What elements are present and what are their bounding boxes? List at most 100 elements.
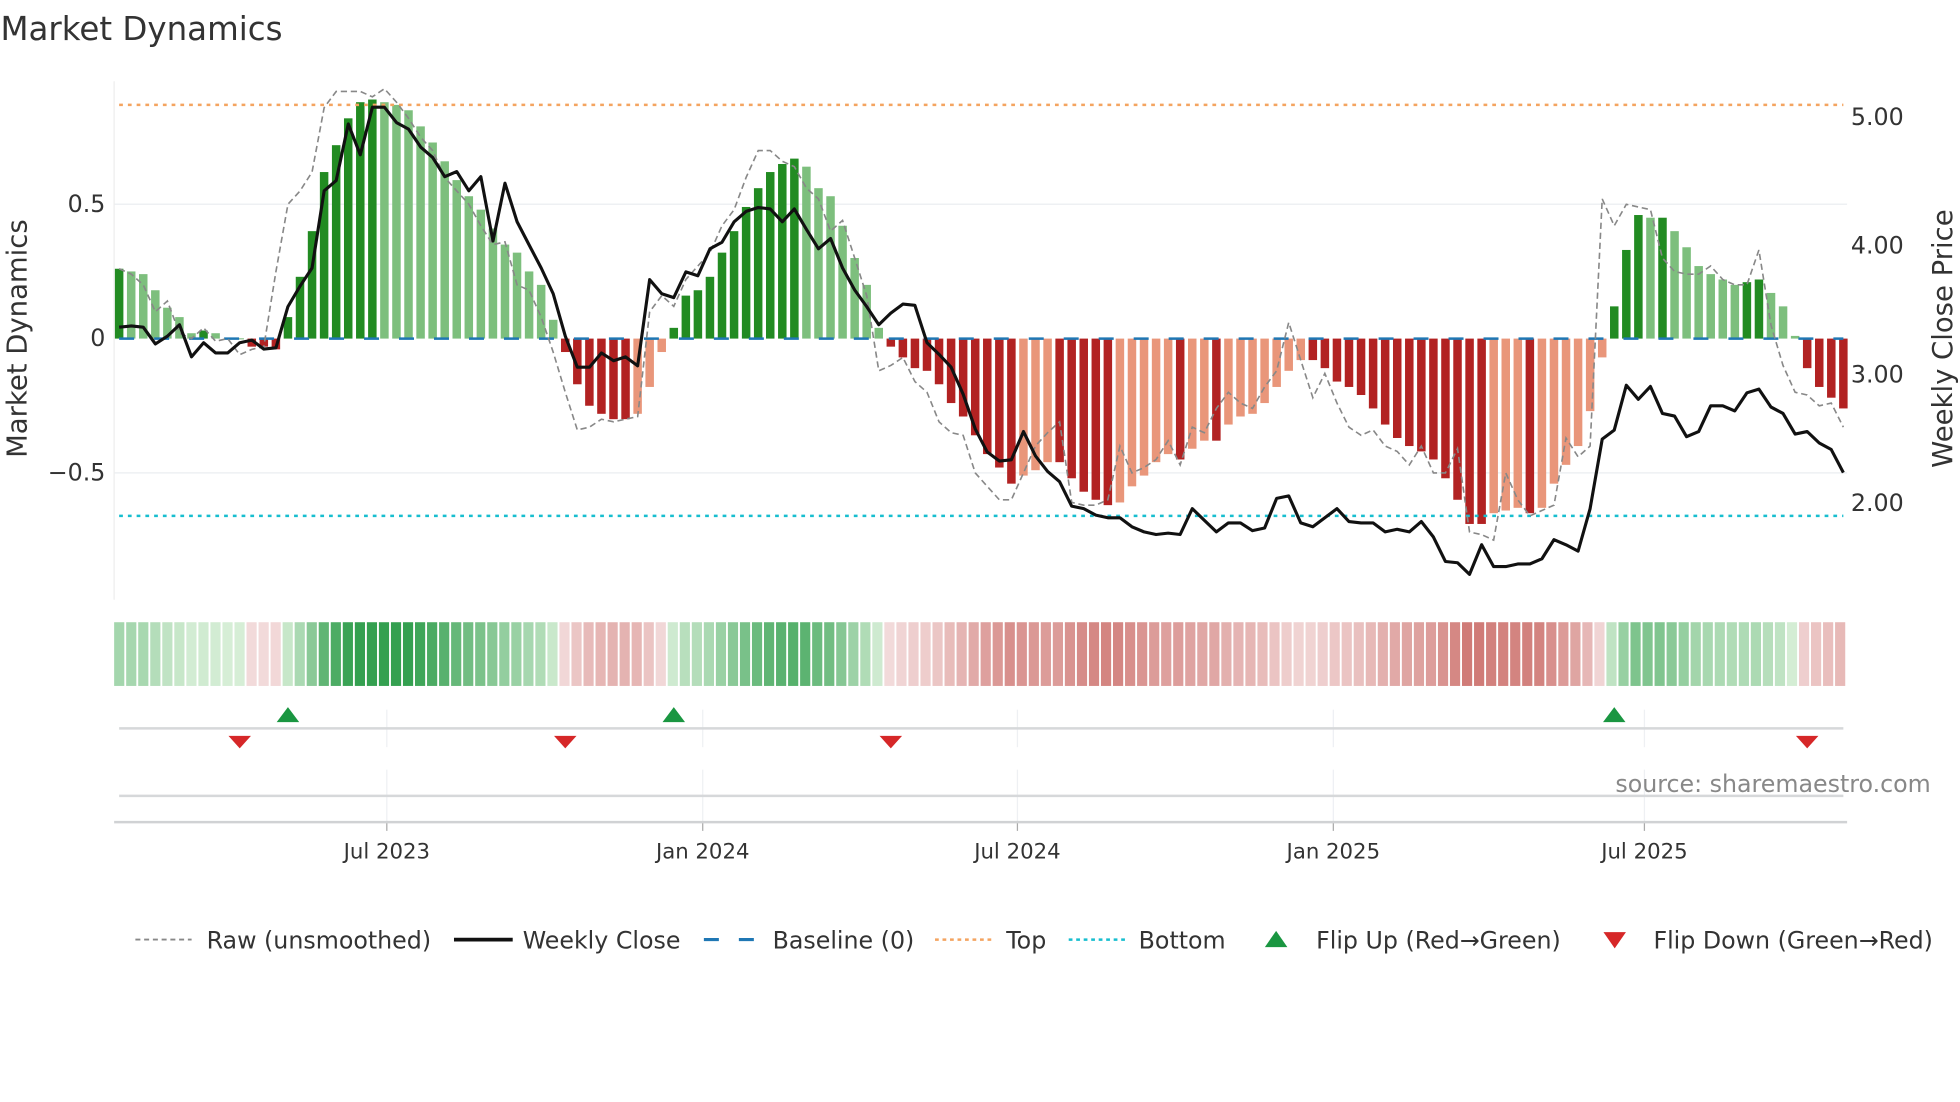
flip-down-marker-icon (1795, 735, 1819, 749)
dynamics-bar (1489, 338, 1498, 514)
heat-cell (330, 622, 341, 686)
dynamics-bar (838, 225, 847, 339)
heat-cell (1185, 622, 1196, 686)
dynamics-bar (1634, 215, 1643, 339)
heat-cell (1534, 622, 1545, 686)
dynamics-bar (548, 319, 558, 339)
y2-tick-label: 4.00 (1851, 232, 1904, 260)
heat-cell (1750, 622, 1761, 686)
heat-cell (607, 622, 618, 686)
heat-cell (1100, 622, 1112, 686)
heat-cell (691, 622, 702, 686)
legend-label: Weekly Close (523, 926, 681, 954)
heat-cell (1173, 622, 1184, 686)
heat-cell (884, 622, 895, 686)
heat-cell (896, 622, 907, 686)
y-axis-label: Market Dynamics (2, 219, 34, 458)
dynamics-bar (910, 338, 920, 369)
heat-cell (1365, 622, 1376, 686)
heat-cell (1835, 622, 1846, 686)
heat-cell (992, 622, 1003, 686)
dynamics-bar (151, 290, 160, 339)
dynamics-bar (729, 231, 739, 339)
heat-cell (1642, 622, 1653, 686)
heat-cell (487, 622, 498, 686)
heat-cell (583, 622, 594, 686)
flip-down-marker-icon (228, 735, 251, 749)
legend-label: Raw (unsmoothed) (207, 926, 431, 954)
dynamics-bar (1163, 338, 1173, 455)
heat-cell (1028, 622, 1039, 686)
heat-cell (920, 622, 931, 686)
legend-item-down: Flip Down (Green→Red) (1603, 926, 1933, 954)
dynamics-bar (1067, 338, 1076, 479)
heat-cell (499, 622, 510, 686)
heat-cell (1269, 622, 1280, 686)
dynamics-bar (1561, 338, 1571, 465)
heat-cell (1064, 622, 1076, 686)
heat-cell (427, 622, 438, 686)
heat-cell (1076, 622, 1088, 686)
heat-cell (222, 622, 233, 686)
heat-cell (1257, 622, 1268, 686)
x-tick-label: Jul 2024 (972, 839, 1060, 864)
dynamics-bar (1549, 338, 1559, 484)
dynamics-bar (1175, 338, 1185, 460)
dynamics-bar (1019, 338, 1028, 476)
heat-cell (739, 622, 751, 686)
dynamics-bar (826, 196, 835, 339)
heat-cell (1654, 622, 1665, 686)
dynamics-bar (741, 206, 751, 339)
heat-cell (1437, 622, 1449, 686)
heat-cell (764, 622, 775, 686)
heat-cell (1762, 622, 1774, 686)
heat-cell (1798, 622, 1810, 686)
heat-cell (631, 622, 642, 686)
y-tick-label: 0 (90, 324, 105, 352)
dynamics-bar (1706, 274, 1715, 339)
heat-cell (1317, 622, 1328, 686)
dynamics-bar (874, 327, 884, 339)
dynamics-bar (1356, 338, 1366, 396)
heat-cell (655, 622, 666, 686)
heat-cell (968, 622, 979, 686)
heat-cell (1702, 622, 1713, 686)
dynamics-bar (765, 172, 775, 339)
heat-cell (1233, 622, 1244, 686)
dynamics-bar (1091, 338, 1101, 500)
dynamics-bar (983, 338, 992, 455)
heat-cell (511, 622, 522, 686)
heat-cell (559, 622, 570, 686)
dynamics-bar (416, 126, 425, 339)
dynamics-bar (850, 258, 859, 339)
heat-cell (1546, 622, 1557, 686)
heat-cell (1221, 622, 1232, 686)
heat-cell (523, 622, 534, 686)
heat-cell (836, 622, 847, 686)
heat-cell (1522, 622, 1533, 686)
dynamics-bar (1308, 338, 1318, 361)
dynamics-bar (1453, 338, 1462, 500)
heat-cell (294, 622, 305, 686)
heat-cell (366, 622, 378, 686)
dynamics-bar (934, 338, 944, 385)
heat-cell (162, 622, 173, 686)
flip-up-marker-icon (662, 707, 686, 723)
dynamics-bar (392, 104, 401, 339)
heat-cell (1630, 622, 1641, 686)
dynamics-bar (1320, 338, 1330, 369)
dynamics-bar (1212, 338, 1221, 441)
heat-cell (402, 622, 414, 686)
heat-cell (1774, 622, 1786, 686)
dynamics-bar (693, 290, 703, 339)
heat-cell (1714, 622, 1725, 686)
dynamics-bars (114, 99, 1848, 524)
dynamics-bar (1465, 338, 1474, 524)
heat-cell (150, 622, 161, 686)
dynamics-bar (645, 338, 654, 387)
legend-label: Top (1005, 926, 1046, 954)
heat-cell (390, 622, 402, 686)
dynamics-bar (1224, 338, 1233, 425)
heat-cell (1618, 622, 1629, 686)
dynamics-bar (705, 276, 715, 339)
